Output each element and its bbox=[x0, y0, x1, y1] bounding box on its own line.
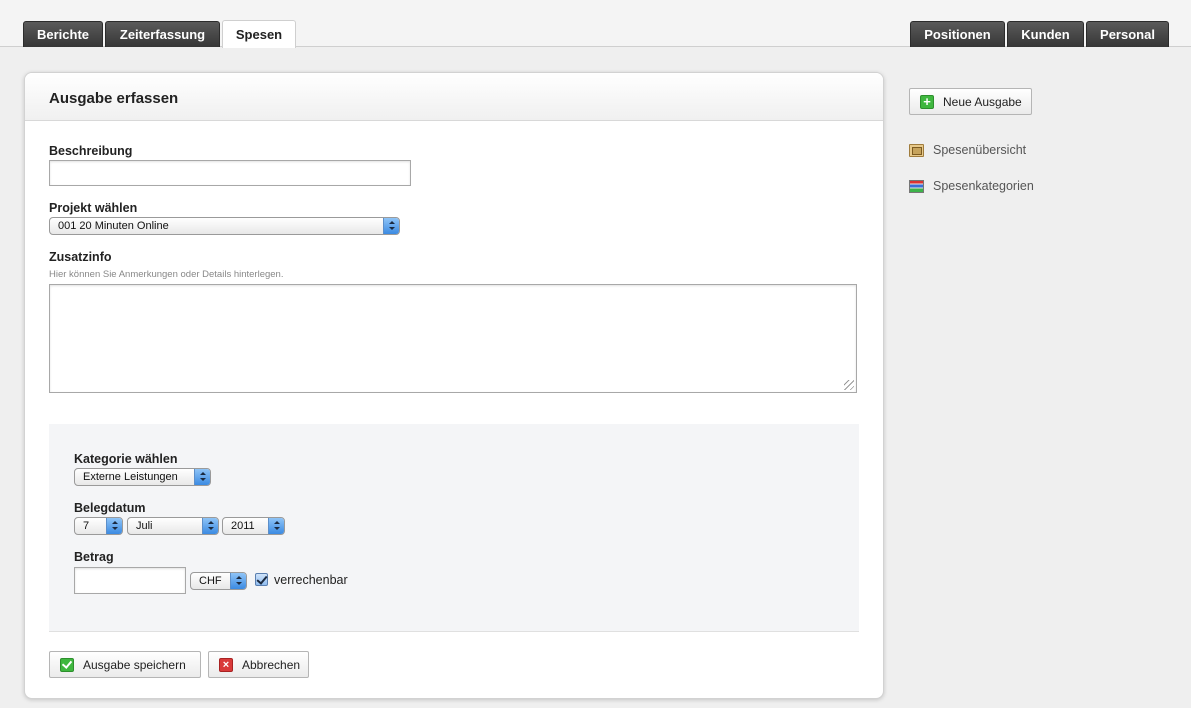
currency-select-value: CHF bbox=[199, 575, 222, 587]
sidebar-item-label: Spesenkategorien bbox=[933, 179, 1034, 193]
zusatzinfo-hint: Hier können Sie Anmerkungen oder Details… bbox=[49, 269, 284, 280]
year-select-value: 2011 bbox=[231, 520, 255, 532]
kategorie-select-value: Externe Leistungen bbox=[83, 471, 178, 483]
zusatzinfo-label: Zusatzinfo bbox=[49, 250, 112, 264]
sidebar-item-spesenkategorien[interactable]: Spesenkategorien bbox=[909, 179, 1034, 193]
save-button-label: Ausgabe speichern bbox=[83, 657, 186, 672]
kategorie-label: Kategorie wählen bbox=[74, 452, 178, 466]
year-select[interactable]: 2011 bbox=[222, 517, 285, 535]
plus-icon: + bbox=[920, 94, 934, 109]
currency-select[interactable]: CHF bbox=[190, 572, 247, 590]
categories-icon bbox=[909, 179, 924, 193]
tab-berichte[interactable]: Berichte bbox=[23, 21, 103, 47]
month-select-value: Juli bbox=[136, 520, 153, 532]
beschreibung-input[interactable] bbox=[49, 160, 411, 186]
chevron-updown-icon bbox=[268, 518, 284, 534]
chevron-updown-icon bbox=[106, 518, 122, 534]
cancel-button-label: Abbrechen bbox=[242, 657, 301, 672]
tab-spesen[interactable]: Spesen bbox=[222, 20, 296, 48]
sidebar-item-label: Spesenübersicht bbox=[933, 143, 1027, 157]
cancel-button[interactable]: × Abbrechen bbox=[208, 651, 309, 678]
beschreibung-label: Beschreibung bbox=[49, 144, 133, 158]
close-icon: × bbox=[219, 657, 233, 672]
betrag-label: Betrag bbox=[74, 550, 114, 564]
sidebar-item-spesenuebersicht[interactable]: Spesenübersicht bbox=[909, 143, 1026, 157]
month-select[interactable]: Juli bbox=[127, 517, 219, 535]
verrechenbar-label[interactable]: verrechenbar bbox=[274, 573, 348, 587]
chevron-updown-icon bbox=[383, 218, 399, 234]
top-navigation: Berichte Zeiterfassung Spesen Positionen… bbox=[0, 0, 1191, 48]
new-expense-button[interactable]: + Neue Ausgabe bbox=[909, 88, 1032, 115]
betrag-input[interactable] bbox=[74, 567, 186, 594]
projekt-select-value: 001 20 Minuten Online bbox=[58, 220, 169, 232]
tab-kunden[interactable]: Kunden bbox=[1007, 21, 1084, 47]
details-section: Kategorie wählen Externe Leistungen Bele… bbox=[49, 424, 859, 632]
expense-form-panel: Ausgabe erfassen Beschreibung Projekt wä… bbox=[24, 72, 884, 699]
kategorie-select[interactable]: Externe Leistungen bbox=[74, 468, 211, 486]
chevron-updown-icon bbox=[230, 573, 246, 589]
resize-grip-icon[interactable] bbox=[844, 380, 854, 390]
page-title: Ausgabe erfassen bbox=[49, 90, 179, 107]
tab-positionen[interactable]: Positionen bbox=[910, 21, 1005, 47]
save-button[interactable]: Ausgabe speichern bbox=[49, 651, 201, 678]
chevron-updown-icon bbox=[202, 518, 218, 534]
panel-header: Ausgabe erfassen bbox=[25, 73, 883, 121]
belegdatum-label: Belegdatum bbox=[74, 501, 146, 515]
projekt-label: Projekt wählen bbox=[49, 201, 138, 215]
day-select-value: 7 bbox=[83, 520, 90, 532]
projekt-select[interactable]: 001 20 Minuten Online bbox=[49, 217, 400, 235]
zusatzinfo-textarea[interactable] bbox=[49, 284, 857, 393]
chevron-updown-icon bbox=[194, 469, 210, 485]
checkmark-icon bbox=[60, 657, 74, 672]
tab-zeiterfassung[interactable]: Zeiterfassung bbox=[105, 21, 220, 47]
day-select[interactable]: 7 bbox=[74, 517, 123, 535]
tab-personal[interactable]: Personal bbox=[1086, 21, 1169, 47]
verrechenbar-checkbox[interactable] bbox=[255, 573, 268, 586]
overview-icon bbox=[909, 143, 924, 157]
new-expense-label: Neue Ausgabe bbox=[943, 94, 1022, 109]
